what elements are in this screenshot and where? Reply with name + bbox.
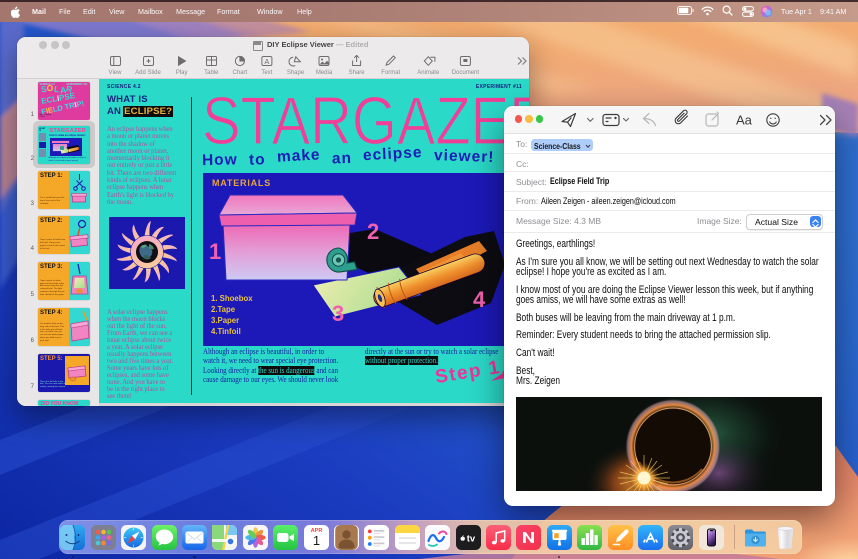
svg-text:1: 1 [209,239,221,264]
svg-text:2.Tape: 2.Tape [211,305,236,314]
svg-text:A: A [264,57,269,66]
svg-text:1. Shoebox: 1. Shoebox [211,294,253,303]
svg-text:Aa: Aa [736,113,753,128]
svg-text:4.Tinfoil: 4.Tinfoil [211,327,241,336]
svg-text:2: 2 [367,219,379,244]
svg-text:4: 4 [473,287,486,312]
svg-text:tv: tv [466,533,475,544]
svg-text:MATERIALS: MATERIALS [212,178,271,188]
svg-text:3.Paper: 3.Paper [211,316,239,325]
svg-text:1: 1 [312,533,319,548]
svg-text:3: 3 [332,301,344,326]
